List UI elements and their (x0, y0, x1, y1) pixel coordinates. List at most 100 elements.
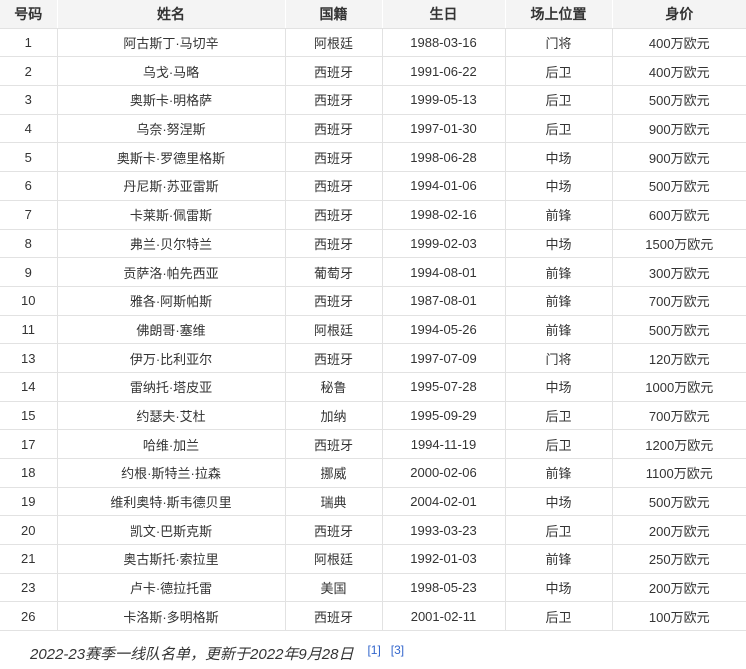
table-cell: 9 (0, 258, 57, 287)
table-cell: 11 (0, 315, 57, 344)
table-cell: 1999-02-03 (382, 229, 505, 258)
table-cell: 西班牙 (285, 86, 382, 115)
table-row: 6丹尼斯·苏亚雷斯西班牙1994-01-06中场500万欧元 (0, 172, 746, 201)
reference-link-1[interactable]: [1] (367, 643, 380, 657)
table-cell: 中场 (505, 172, 612, 201)
table-row: 7卡莱斯·佩雷斯西班牙1998-02-16前锋600万欧元 (0, 200, 746, 229)
table-cell: 西班牙 (285, 602, 382, 631)
table-cell: 维利奥特·斯韦德贝里 (57, 487, 285, 516)
table-cell: 500万欧元 (612, 86, 746, 115)
table-cell: 5 (0, 143, 57, 172)
table-row: 8弗兰·贝尔特兰西班牙1999-02-03中场1500万欧元 (0, 229, 746, 258)
table-row: 5奥斯卡·罗德里格斯西班牙1998-06-28中场900万欧元 (0, 143, 746, 172)
table-cell: 13 (0, 344, 57, 373)
column-header-position: 场上位置 (505, 0, 612, 28)
table-cell: 中场 (505, 487, 612, 516)
table-cell: 后卫 (505, 86, 612, 115)
table-cell: 1995-09-29 (382, 401, 505, 430)
table-cell: 门将 (505, 344, 612, 373)
table-cell: 15 (0, 401, 57, 430)
table-cell: 900万欧元 (612, 143, 746, 172)
table-cell: 1991-06-22 (382, 57, 505, 86)
table-cell: 1994-11-19 (382, 430, 505, 459)
table-cell: 秘鲁 (285, 372, 382, 401)
table-cell: 6 (0, 172, 57, 201)
table-cell: 1995-07-28 (382, 372, 505, 401)
table-cell: 500万欧元 (612, 487, 746, 516)
table-cell: 1200万欧元 (612, 430, 746, 459)
table-cell: 奥斯卡·明格萨 (57, 86, 285, 115)
table-cell: 1 (0, 28, 57, 57)
table-cell: 奥古斯托·索拉里 (57, 545, 285, 574)
table-cell: 2 (0, 57, 57, 86)
table-cell: 加纳 (285, 401, 382, 430)
table-cell: 卡洛斯·多明格斯 (57, 602, 285, 631)
table-cell: 葡萄牙 (285, 258, 382, 287)
table-cell: 1000万欧元 (612, 372, 746, 401)
table-cell: 400万欧元 (612, 57, 746, 86)
table-cell: 西班牙 (285, 516, 382, 545)
table-cell: 中场 (505, 229, 612, 258)
table-cell: 1100万欧元 (612, 459, 746, 488)
table-cell: 18 (0, 459, 57, 488)
table-cell: 乌奈·努涅斯 (57, 114, 285, 143)
table-cell: 2001-02-11 (382, 602, 505, 631)
table-row: 11佛朗哥·塞维阿根廷1994-05-26前锋500万欧元 (0, 315, 746, 344)
column-header-birthday: 生日 (382, 0, 505, 28)
table-cell: 阿根廷 (285, 28, 382, 57)
table-cell: 120万欧元 (612, 344, 746, 373)
table-cell: 前锋 (505, 545, 612, 574)
table-cell: 美国 (285, 573, 382, 602)
table-cell: 250万欧元 (612, 545, 746, 574)
column-header-market-value: 身价 (612, 0, 746, 28)
table-cell: 中场 (505, 372, 612, 401)
table-cell: 700万欧元 (612, 286, 746, 315)
table-cell: 1994-05-26 (382, 315, 505, 344)
table-cell: 雷纳托·塔皮亚 (57, 372, 285, 401)
table-row: 9贡萨洛·帕先西亚葡萄牙1994-08-01前锋300万欧元 (0, 258, 746, 287)
table-cell: 17 (0, 430, 57, 459)
table-cell: 西班牙 (285, 114, 382, 143)
column-header-nationality: 国籍 (285, 0, 382, 28)
table-cell: 西班牙 (285, 344, 382, 373)
table-cell: 阿根廷 (285, 315, 382, 344)
table-row: 18约根·斯特兰·拉森挪威2000-02-06前锋1100万欧元 (0, 459, 746, 488)
table-cell: 后卫 (505, 602, 612, 631)
table-cell: 哈维·加兰 (57, 430, 285, 459)
table-cell: 600万欧元 (612, 200, 746, 229)
table-cell: 4 (0, 114, 57, 143)
table-row: 17哈维·加兰西班牙1994-11-19后卫1200万欧元 (0, 430, 746, 459)
table-cell: 400万欧元 (612, 28, 746, 57)
table-cell: 后卫 (505, 430, 612, 459)
table-cell: 约瑟夫·艾杜 (57, 401, 285, 430)
table-cell: 300万欧元 (612, 258, 746, 287)
table-cell: 8 (0, 229, 57, 258)
table-cell: 7 (0, 200, 57, 229)
table-cell: 20 (0, 516, 57, 545)
table-cell: 阿古斯丁·马切辛 (57, 28, 285, 57)
table-cell: 前锋 (505, 286, 612, 315)
table-cell: 佛朗哥·塞维 (57, 315, 285, 344)
table-cell: 1999-05-13 (382, 86, 505, 115)
table-row: 23卢卡·德拉托雷美国1998-05-23中场200万欧元 (0, 573, 746, 602)
table-row: 3奥斯卡·明格萨西班牙1999-05-13后卫500万欧元 (0, 86, 746, 115)
table-cell: 100万欧元 (612, 602, 746, 631)
reference-link-3[interactable]: [3] (391, 643, 404, 657)
table-row: 2乌戈·马略西班牙1991-06-22后卫400万欧元 (0, 57, 746, 86)
table-cell: 中场 (505, 573, 612, 602)
table-cell: 西班牙 (285, 172, 382, 201)
table-row: 20凯文·巴斯克斯西班牙1993-03-23后卫200万欧元 (0, 516, 746, 545)
table-cell: 1500万欧元 (612, 229, 746, 258)
table-cell: 挪威 (285, 459, 382, 488)
table-cell: 500万欧元 (612, 172, 746, 201)
table-cell: 西班牙 (285, 143, 382, 172)
squad-roster-page: 号码 姓名 国籍 生日 场上位置 身价 1阿古斯丁·马切辛阿根廷1988-03-… (0, 0, 746, 669)
table-cell: 贡萨洛·帕先西亚 (57, 258, 285, 287)
table-cell: 乌戈·马略 (57, 57, 285, 86)
table-cell: 19 (0, 487, 57, 516)
table-cell: 西班牙 (285, 286, 382, 315)
table-cell: 1998-02-16 (382, 200, 505, 229)
table-cell: 后卫 (505, 114, 612, 143)
table-cell: 西班牙 (285, 430, 382, 459)
table-cell: 1994-08-01 (382, 258, 505, 287)
